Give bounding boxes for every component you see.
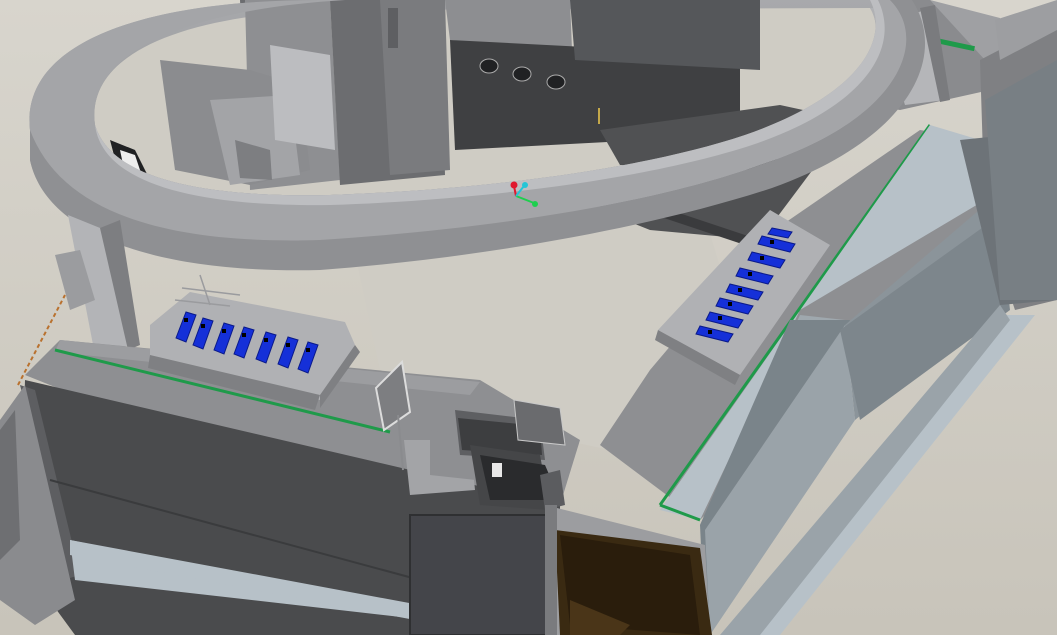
vent <box>512 66 532 82</box>
cad-viewport[interactable] <box>0 0 1057 635</box>
vent <box>479 58 499 74</box>
cad-scene <box>0 0 1057 635</box>
vent <box>546 74 566 90</box>
